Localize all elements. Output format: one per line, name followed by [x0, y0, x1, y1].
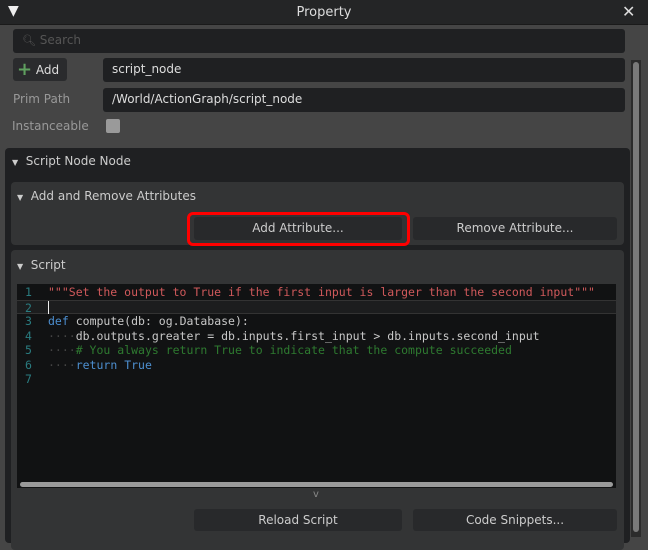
code-text: db.outputs.greater = db.inputs.first_inp…	[75, 328, 540, 343]
name-field[interactable]: script_node	[103, 58, 625, 82]
keyword: def	[48, 314, 69, 328]
line-number: 4	[25, 328, 32, 343]
title-bar: ▼ Property ✕	[0, 0, 648, 25]
line-number: 5	[25, 343, 32, 357]
prim-path-label: Prim Path	[13, 92, 71, 106]
script-title: Script	[30, 258, 66, 272]
instanceable-label: Instanceable	[12, 119, 89, 133]
code-line-7: 7	[17, 372, 616, 387]
add-button[interactable]: + Add	[13, 58, 67, 81]
code-snippets-button[interactable]: Code Snippets...	[413, 509, 617, 531]
line-number: 6	[25, 357, 32, 372]
indent-marker: ····	[48, 328, 76, 343]
prim-path-field[interactable]: /World/ActionGraph/script_node	[103, 88, 625, 112]
horizontal-scrollbar[interactable]	[20, 482, 613, 487]
line-number: 3	[25, 314, 32, 328]
attributes-title: Add and Remove Attributes	[30, 189, 196, 203]
code-line-2-current: 2	[17, 299, 616, 315]
script-node-title: Script Node Node	[25, 154, 131, 168]
add-attribute-button[interactable]: Add Attribute...	[194, 217, 402, 240]
plus-icon: +	[17, 59, 33, 80]
expand-triangle-icon: ▼	[17, 262, 24, 271]
reload-script-button[interactable]: Reload Script	[194, 509, 402, 531]
search-input[interactable]: 🔍︎ Search	[13, 29, 625, 53]
instanceable-checkbox[interactable]	[106, 119, 120, 133]
line-number: 7	[25, 372, 32, 386]
attributes-header[interactable]: ▼ Add and Remove Attributes	[17, 189, 196, 203]
code-editor[interactable]: 1 """Set the output to True if the first …	[17, 284, 616, 488]
script-header[interactable]: ▼ Script	[17, 258, 66, 272]
code-line-3: 3 def compute(db: og.Database):	[17, 314, 616, 329]
code-line-5: 5 ····# You always return True to indicat…	[17, 343, 616, 358]
vertical-scrollbar[interactable]	[631, 60, 641, 537]
code-line-6: 6 ····return True	[17, 358, 616, 373]
indent-marker: ····	[48, 343, 76, 357]
add-label: Add	[35, 63, 60, 77]
close-icon[interactable]: ✕	[622, 2, 635, 21]
text-cursor	[48, 300, 49, 314]
script-node-header[interactable]: ▼ Script Node Node	[12, 154, 131, 168]
code-text: True	[124, 357, 152, 372]
line-number: 2	[25, 300, 32, 315]
search-placeholder: Search	[39, 33, 82, 47]
code-text: compute(db: og.Database):	[75, 314, 249, 328]
expand-editor-handle[interactable]: v	[313, 489, 319, 500]
indent-marker: ····	[48, 357, 76, 372]
code-line-1: 1 """Set the output to True if the first …	[17, 285, 616, 300]
expand-triangle-icon: ▼	[12, 158, 19, 167]
window-title: Property	[296, 5, 352, 20]
code-line-4: 4 ····db.outputs.greater = db.inputs.firs…	[17, 329, 616, 344]
scrollbar-thumb[interactable]	[633, 62, 639, 532]
search-icon: 🔍︎	[22, 34, 36, 47]
expand-triangle-icon: ▼	[17, 193, 24, 202]
comment: # You always return True to indicate tha…	[75, 343, 512, 357]
keyword: return	[75, 357, 118, 372]
remove-attribute-button[interactable]: Remove Attribute...	[413, 217, 617, 240]
line-number: 1	[25, 285, 32, 299]
docstring: """Set the output to True if the first i…	[48, 285, 595, 299]
